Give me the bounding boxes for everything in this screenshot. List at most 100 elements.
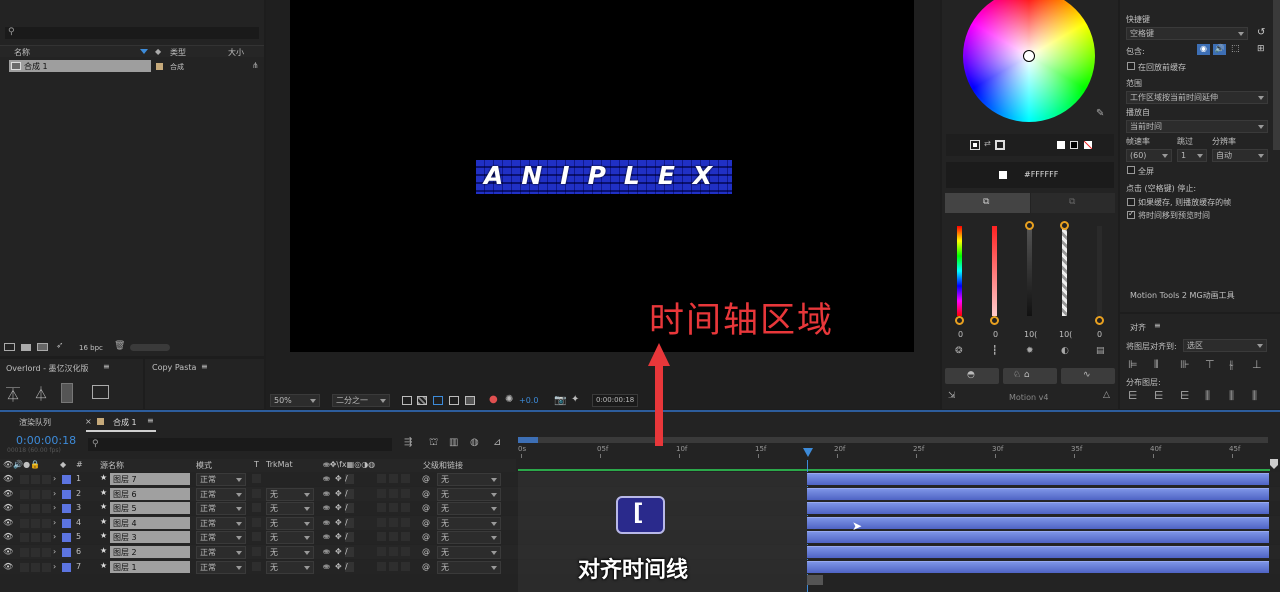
brightness-slider[interactable] — [1027, 226, 1032, 316]
solo-toggle[interactable] — [31, 533, 40, 543]
saturation-value[interactable]: 0 — [993, 330, 998, 339]
fill-swatch[interactable] — [970, 140, 980, 150]
pickwhip-icon[interactable]: @ — [422, 489, 430, 498]
dist-vcenter-icon[interactable]: ⋿ — [1154, 389, 1164, 402]
framerate-dropdown[interactable]: (60) — [1126, 149, 1172, 162]
table-row[interactable]: 👁 › 1 ★ 图层 7 正常 ⛂ ✥ / @ 无 — [0, 472, 1280, 486]
timecode-display[interactable]: 0:00:00:18 — [592, 394, 638, 407]
close-tab-icon[interactable]: × — [85, 417, 92, 426]
project-item-comp[interactable]: 合成 1 合成 ⋔ — [0, 60, 264, 73]
lock-toggle[interactable] — [42, 562, 51, 572]
align-hcenter-icon[interactable]: ⫴ — [1154, 358, 1159, 372]
brightness-value[interactable]: 10( — [1024, 330, 1037, 339]
transparency-grid-icon[interactable] — [417, 396, 427, 405]
parent-dropdown[interactable]: 无 — [437, 487, 501, 501]
hex-field[interactable]: #FFFFFF — [946, 162, 1114, 188]
color-picker-handle[interactable] — [1023, 50, 1035, 62]
mask-visibility-icon[interactable] — [433, 396, 443, 405]
grid-guides-icon[interactable] — [449, 396, 459, 405]
quality-switch-icon[interactable]: / — [345, 488, 354, 499]
collapse-switch-icon[interactable]: ✥ — [335, 547, 342, 556]
shy-switch-icon[interactable]: ⛂ — [323, 562, 330, 571]
contrast-icon[interactable]: ◐ — [1061, 346, 1069, 356]
expand-chevron-icon[interactable]: › — [53, 518, 56, 527]
time-ruler[interactable]: 0s 05f 10f 15f 20f 25f 30f 35f 40f 45f — [518, 434, 1280, 472]
audio-toggle[interactable] — [20, 475, 29, 484]
trkmat-dropdown[interactable]: 无 — [266, 487, 314, 501]
expand-chevron-icon[interactable]: › — [53, 474, 56, 483]
shortcut-dropdown[interactable]: 空格键 — [1126, 27, 1248, 40]
t-header[interactable]: T — [254, 460, 259, 469]
tab-copy-mode[interactable]: ⧉ — [1031, 193, 1115, 213]
adjustment-toggle[interactable] — [389, 561, 398, 571]
preserve-transparency-toggle[interactable] — [252, 503, 261, 513]
av-switches-icon[interactable]: 👁🔊●🔒 — [3, 460, 40, 469]
trash-icon[interactable]: 🗑 — [114, 341, 125, 351]
dist-bottom-icon[interactable]: ⋿ — [1180, 389, 1190, 402]
visibility-eye-icon[interactable]: 👁 — [3, 489, 13, 498]
layer-name-field[interactable]: 图层 4 — [110, 516, 190, 529]
if-cache-checkbox[interactable] — [1127, 198, 1135, 206]
layer-duration-bar[interactable] — [807, 560, 1269, 573]
snapshot-icon[interactable]: 📷 — [554, 395, 566, 406]
adjustment-toggle[interactable] — [389, 517, 398, 527]
resolution-dropdown[interactable]: 自动 — [1212, 149, 1268, 162]
label-color-swatch[interactable] — [62, 475, 71, 484]
scrollbar[interactable] — [1273, 0, 1280, 150]
3d-toggle[interactable] — [401, 488, 410, 498]
lock-toggle[interactable] — [42, 518, 51, 528]
switches-header[interactable]: ⛂✥\fx▦◎◑◍ — [323, 460, 375, 469]
motion-blur-toggle[interactable] — [377, 561, 386, 571]
3d-toggle[interactable] — [401, 517, 410, 527]
shy-switch-icon[interactable]: ⛂ — [323, 503, 330, 512]
align-top-icon[interactable]: ⊤ — [1205, 358, 1215, 371]
adjustment-toggle[interactable] — [389, 547, 398, 556]
pickwhip-icon[interactable]: @ — [422, 562, 430, 571]
shy-switch-icon[interactable]: ⛂ — [323, 474, 330, 483]
collapse-switch-icon[interactable]: ✥ — [335, 562, 342, 571]
preserve-transparency-toggle[interactable] — [252, 547, 261, 556]
parent-dropdown[interactable]: 无 — [437, 473, 501, 486]
blend-mode-dropdown[interactable]: 正常 — [196, 531, 246, 545]
adjustment-toggle[interactable] — [389, 532, 398, 542]
layer-duration-bar[interactable] — [807, 531, 1269, 544]
exposure-value[interactable]: +0.0 — [519, 396, 538, 405]
playhead-handle[interactable] — [803, 448, 813, 457]
bpc-label[interactable]: 16 bpc — [79, 344, 103, 352]
label-color-swatch[interactable] — [62, 548, 71, 557]
parent-header[interactable]: 父级和链接 — [423, 460, 463, 471]
dist-top-icon[interactable]: ⋿ — [1128, 389, 1138, 402]
source-name-header[interactable]: 源名称 — [100, 460, 124, 471]
shy-switch-icon[interactable]: ⛂ — [323, 518, 330, 527]
preserve-transparency-toggle[interactable] — [252, 561, 261, 571]
audio-toggle[interactable] — [20, 533, 29, 543]
audio-toggle[interactable] — [20, 548, 29, 557]
tab-render-queue[interactable]: 渲染队列 — [19, 417, 51, 428]
quality-switch-icon[interactable]: / — [345, 503, 354, 514]
play-from-dropdown[interactable]: 当前时间 — [1126, 120, 1268, 133]
white-swatch[interactable] — [1057, 141, 1065, 149]
3d-toggle[interactable] — [401, 561, 410, 571]
collapse-switch-icon[interactable]: ✥ — [335, 503, 342, 512]
audio-toggle[interactable] — [20, 489, 29, 499]
layer-duration-bar[interactable] — [807, 546, 1269, 558]
col-name-header[interactable]: 名称 — [14, 47, 30, 58]
region-of-interest-icon[interactable] — [402, 396, 412, 405]
collapse-icon[interactable]: △ — [1103, 390, 1110, 400]
trkmat-dropdown[interactable]: 无 — [266, 546, 314, 559]
align-to-dropdown[interactable]: 选区 — [1183, 339, 1267, 352]
expand-chevron-icon[interactable]: › — [53, 547, 56, 556]
parent-dropdown[interactable]: 无 — [437, 560, 501, 574]
pickwhip-icon[interactable]: @ — [422, 532, 430, 541]
collapse-switch-icon[interactable]: ✥ — [335, 489, 342, 498]
solo-toggle[interactable] — [31, 489, 40, 499]
expand-chevron-icon[interactable]: › — [53, 562, 56, 571]
visibility-eye-icon[interactable]: 👁 — [3, 503, 13, 512]
blend-mode-dropdown[interactable]: 正常 — [196, 473, 246, 486]
panel-menu-icon[interactable]: ≡ — [1154, 321, 1161, 330]
saturation-handle[interactable] — [990, 316, 999, 325]
layer-duration-bar[interactable] — [807, 473, 1269, 485]
work-area-end-icon[interactable] — [1270, 459, 1278, 469]
blend-mode-dropdown[interactable]: 正常 — [196, 487, 246, 501]
align-vcenter-icon[interactable]: ⫳ — [1229, 358, 1234, 372]
